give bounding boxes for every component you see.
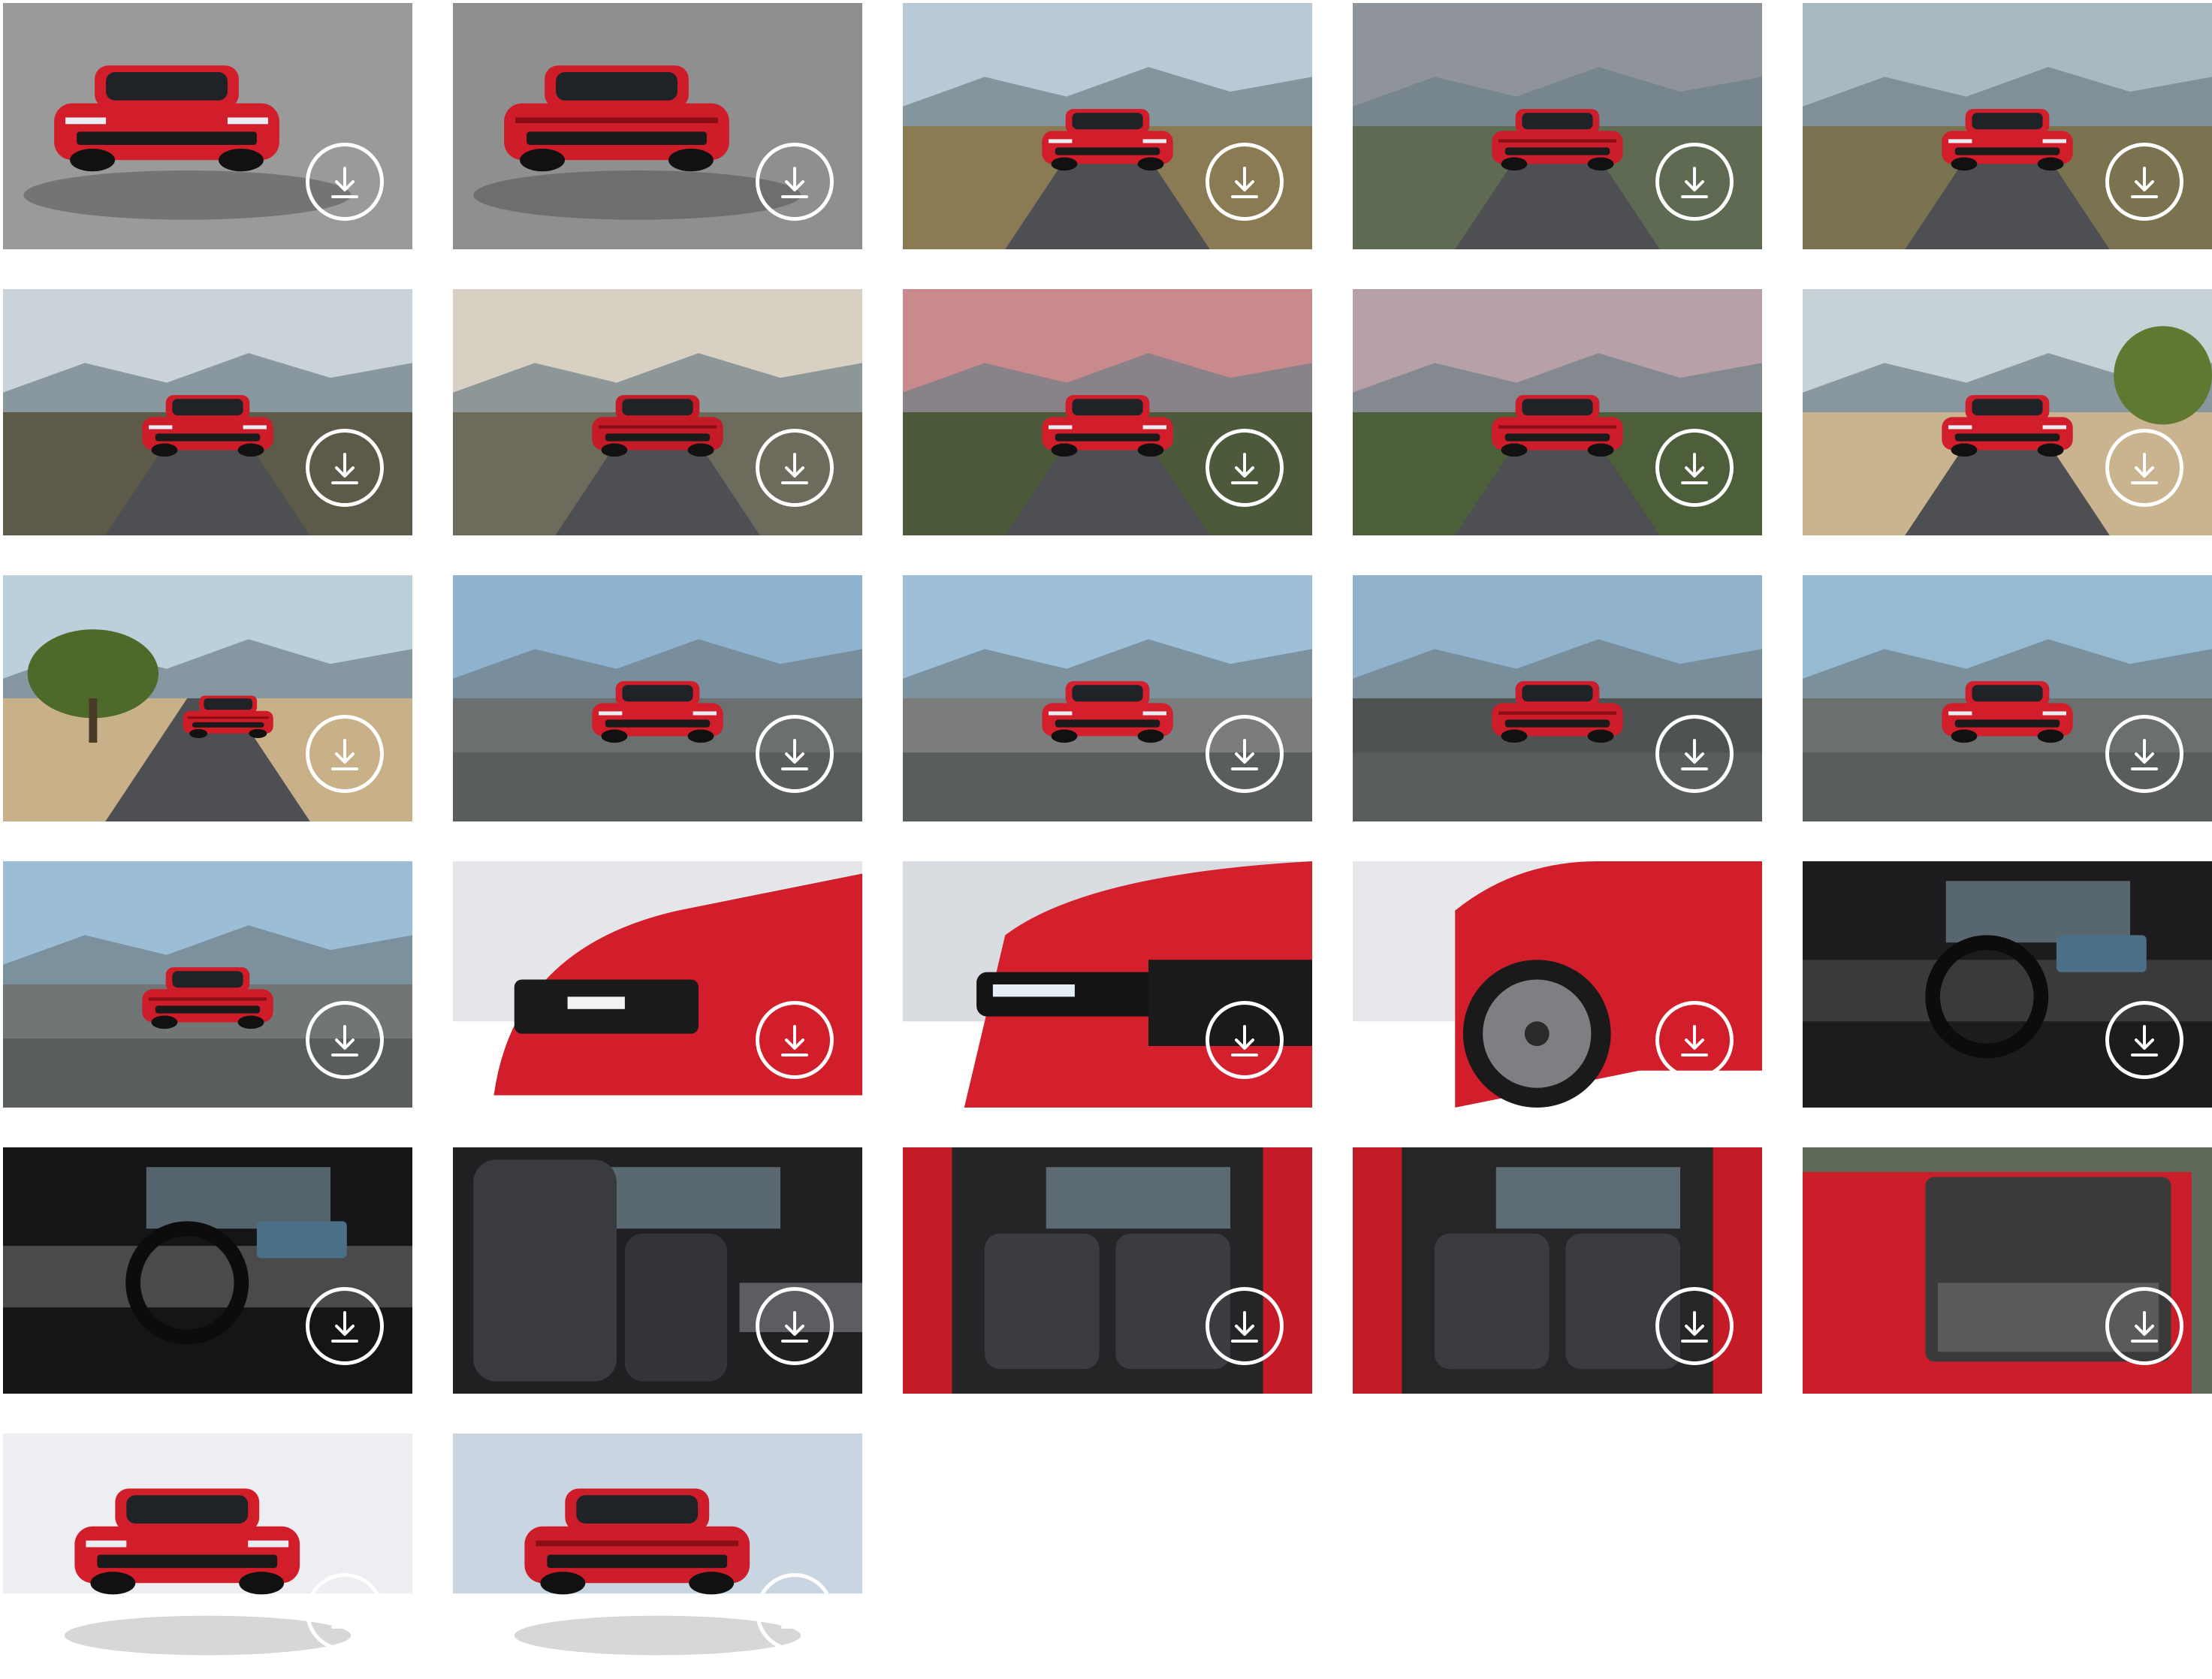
gallery-image-tile[interactable] (1803, 289, 2212, 535)
image-gallery (0, 0, 2212, 1679)
gallery-image-tile[interactable] (453, 575, 862, 821)
download-button[interactable] (2105, 143, 2183, 221)
download-button[interactable] (756, 1573, 834, 1651)
download-icon (1231, 453, 1258, 484)
gallery-image-tile[interactable] (453, 861, 862, 1108)
download-button[interactable] (306, 1573, 384, 1651)
download-icon (781, 739, 808, 770)
gallery-image-tile[interactable] (453, 289, 862, 535)
gallery-image-tile[interactable] (1803, 575, 2212, 821)
download-button[interactable] (1206, 1287, 1284, 1365)
gallery-image-tile[interactable] (903, 1147, 1312, 1394)
download-icon (781, 453, 808, 484)
download-button[interactable] (2105, 1287, 2183, 1365)
download-icon (2131, 1025, 2158, 1057)
gallery-image-tile[interactable] (903, 3, 1312, 249)
gallery-image-tile[interactable] (453, 1147, 862, 1394)
download-icon (331, 1597, 358, 1629)
download-button[interactable] (1655, 1001, 1734, 1079)
download-button[interactable] (1655, 143, 1734, 221)
download-icon (1231, 1311, 1258, 1343)
download-icon (781, 1311, 808, 1343)
download-icon (1681, 453, 1708, 484)
gallery-image-tile[interactable] (903, 861, 1312, 1108)
download-button[interactable] (2105, 715, 2183, 793)
download-button[interactable] (2105, 1001, 2183, 1079)
download-button[interactable] (2105, 429, 2183, 507)
gallery-image-tile[interactable] (1353, 861, 1762, 1108)
gallery-image-tile[interactable] (1803, 861, 2212, 1108)
gallery-image-tile[interactable] (1803, 3, 2212, 249)
download-button[interactable] (306, 715, 384, 793)
download-icon (1231, 167, 1258, 198)
gallery-image-tile[interactable] (1353, 575, 1762, 821)
download-icon (1681, 739, 1708, 770)
download-icon (1681, 167, 1708, 198)
download-icon (1681, 1311, 1708, 1343)
download-button[interactable] (756, 715, 834, 793)
download-icon (2131, 739, 2158, 770)
gallery-image-tile[interactable] (903, 289, 1312, 535)
download-button[interactable] (756, 143, 834, 221)
download-button[interactable] (1206, 715, 1284, 793)
download-button[interactable] (756, 1287, 834, 1365)
gallery-image-tile[interactable] (3, 1147, 412, 1394)
gallery-image-tile[interactable] (1803, 1147, 2212, 1394)
download-button[interactable] (306, 143, 384, 221)
gallery-image-tile[interactable] (453, 3, 862, 249)
download-button[interactable] (306, 429, 384, 507)
download-icon (331, 1025, 358, 1057)
gallery-image-tile[interactable] (3, 1433, 412, 1679)
download-button[interactable] (1655, 1287, 1734, 1365)
gallery-image-tile[interactable] (1353, 1147, 1762, 1394)
download-icon (1231, 1025, 1258, 1057)
download-icon (1231, 739, 1258, 770)
gallery-image-tile[interactable] (903, 575, 1312, 821)
download-icon (1681, 1025, 1708, 1057)
download-button[interactable] (306, 1001, 384, 1079)
download-icon (2131, 453, 2158, 484)
download-icon (2131, 167, 2158, 198)
gallery-image-tile[interactable] (3, 3, 412, 249)
download-icon (331, 167, 358, 198)
download-button[interactable] (1655, 715, 1734, 793)
download-button[interactable] (1206, 1001, 1284, 1079)
download-icon (331, 1311, 358, 1343)
download-button[interactable] (756, 429, 834, 507)
download-icon (331, 453, 358, 484)
download-button[interactable] (1206, 143, 1284, 221)
gallery-image-tile[interactable] (453, 1433, 862, 1679)
download-icon (781, 167, 808, 198)
download-icon (331, 739, 358, 770)
download-icon (2131, 1311, 2158, 1343)
download-button[interactable] (1655, 429, 1734, 507)
download-icon (781, 1597, 808, 1629)
download-button[interactable] (1206, 429, 1284, 507)
download-button[interactable] (306, 1287, 384, 1365)
gallery-image-tile[interactable] (3, 861, 412, 1108)
gallery-image-tile[interactable] (1353, 3, 1762, 249)
gallery-image-tile[interactable] (1353, 289, 1762, 535)
download-button[interactable] (756, 1001, 834, 1079)
gallery-image-tile[interactable] (3, 575, 412, 821)
download-icon (781, 1025, 808, 1057)
gallery-image-tile[interactable] (3, 289, 412, 535)
